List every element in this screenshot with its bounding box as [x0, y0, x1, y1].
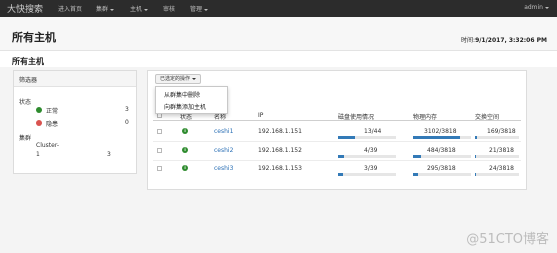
swap-bar — [475, 155, 519, 158]
time-label: 时间: — [461, 37, 476, 44]
selected-actions-label: 已选定的操作 — [160, 76, 191, 82]
swap-fill — [475, 136, 478, 139]
table-header-divider — [153, 120, 521, 121]
swap-value: 21/3818 — [489, 147, 514, 154]
swap-bar — [475, 136, 519, 139]
status-ok-icon: i — [182, 165, 188, 171]
memory-bar — [413, 155, 471, 158]
filter-normal[interactable]: 正常 — [46, 106, 58, 115]
time-value: 9/1/2017, 3:32:06 PM — [475, 37, 547, 44]
chevron-down-icon — [204, 8, 209, 11]
filter-hidden[interactable]: 隐患 — [46, 119, 58, 128]
nav-audit[interactable]: 审核 — [163, 4, 175, 13]
filter-hidden-count: 0 — [125, 119, 129, 126]
nav-cluster[interactable]: 集群 — [96, 4, 115, 13]
row-checkbox[interactable] — [157, 129, 162, 134]
nav-cluster-label: 集群 — [96, 6, 109, 13]
filter-cluster-label: 集群 — [19, 135, 32, 142]
chevron-down-icon — [110, 8, 115, 11]
current-time: 时间:9/1/2017, 3:32:06 PM — [461, 35, 547, 44]
swap-value: 24/3818 — [489, 165, 514, 172]
actions-dropdown: 从群集中删除 向群集添加主机 — [155, 86, 228, 114]
nav-admin[interactable]: 管理 — [190, 4, 209, 13]
disk-usage-value: 13/44 — [364, 128, 382, 135]
filter-status-label: 状态 — [19, 99, 32, 106]
host-name-link[interactable]: ceshi2 — [214, 147, 233, 154]
nav-host[interactable]: 主机 — [130, 4, 149, 13]
host-name-link[interactable]: ceshi3 — [214, 165, 233, 172]
memory-value: 484/3818 — [427, 147, 456, 154]
disk-usage-fill — [338, 173, 343, 176]
swap-value: 169/3818 — [487, 128, 516, 135]
host-ip: 192.168.1.151 — [258, 128, 302, 135]
host-ip: 192.168.1.153 — [258, 165, 302, 172]
status-ok-icon: i — [182, 147, 188, 153]
row-checkbox[interactable] — [157, 166, 162, 171]
memory-value: 295/3818 — [427, 165, 456, 172]
host-ip: 192.168.1.152 — [258, 147, 302, 154]
filter-cluster-num: 1 — [36, 151, 40, 158]
row-divider — [153, 141, 521, 142]
memory-fill — [413, 173, 418, 176]
memory-value: 3102/3818 — [424, 128, 457, 135]
user-menu[interactable]: admin — [524, 4, 549, 11]
page-title: 所有主机 — [12, 31, 56, 44]
nav-host-label: 主机 — [130, 6, 143, 13]
status-ok-icon: i — [182, 128, 188, 134]
menu-item-add-host-to-cluster[interactable]: 向群集添加主机 — [164, 102, 206, 111]
swap-bar — [475, 173, 519, 176]
disk-usage-bar — [338, 136, 396, 139]
chevron-down-icon — [192, 77, 197, 80]
section-title: 所有主机 — [12, 57, 44, 66]
col-ip[interactable]: IP — [258, 112, 263, 119]
status-ok-icon — [36, 107, 42, 113]
memory-bar — [413, 173, 471, 176]
memory-bar — [413, 136, 471, 139]
disk-usage-bar — [338, 155, 396, 158]
status-warn-icon — [36, 120, 42, 126]
memory-fill — [413, 155, 421, 158]
page-header — [0, 17, 557, 51]
disk-usage-bar — [338, 173, 396, 176]
watermark: @51CTO博客 — [466, 232, 549, 247]
filter-heading: 筛选器 — [14, 71, 136, 87]
filter-panel: 筛选器 — [13, 70, 137, 174]
row-checkbox[interactable] — [157, 148, 162, 153]
host-name-link[interactable]: ceshi1 — [214, 128, 233, 135]
chevron-down-icon — [144, 8, 149, 11]
disk-usage-value: 3/39 — [364, 165, 378, 172]
filter-cluster-count: 3 — [107, 151, 111, 158]
row-divider — [153, 160, 521, 161]
filter-normal-count: 3 — [125, 106, 129, 113]
nav-home[interactable]: 进入首页 — [58, 4, 82, 13]
disk-usage-fill — [338, 155, 344, 158]
chevron-down-icon — [545, 6, 549, 9]
brand-logo[interactable]: 大快搜索 — [7, 2, 43, 15]
menu-item-remove-from-cluster[interactable]: 从群集中删除 — [164, 90, 200, 99]
top-nav: 大快搜索 进入首页 集群 主机 审核 管理 admin — [0, 0, 557, 17]
user-name: admin — [524, 4, 543, 11]
disk-usage-value: 4/39 — [364, 147, 378, 154]
memory-fill — [413, 136, 460, 139]
nav-admin-label: 管理 — [190, 6, 203, 13]
disk-usage-fill — [338, 136, 356, 139]
filter-cluster-name[interactable]: Cluster- — [36, 142, 59, 149]
selected-actions-button[interactable]: 已选定的操作 — [155, 74, 202, 84]
